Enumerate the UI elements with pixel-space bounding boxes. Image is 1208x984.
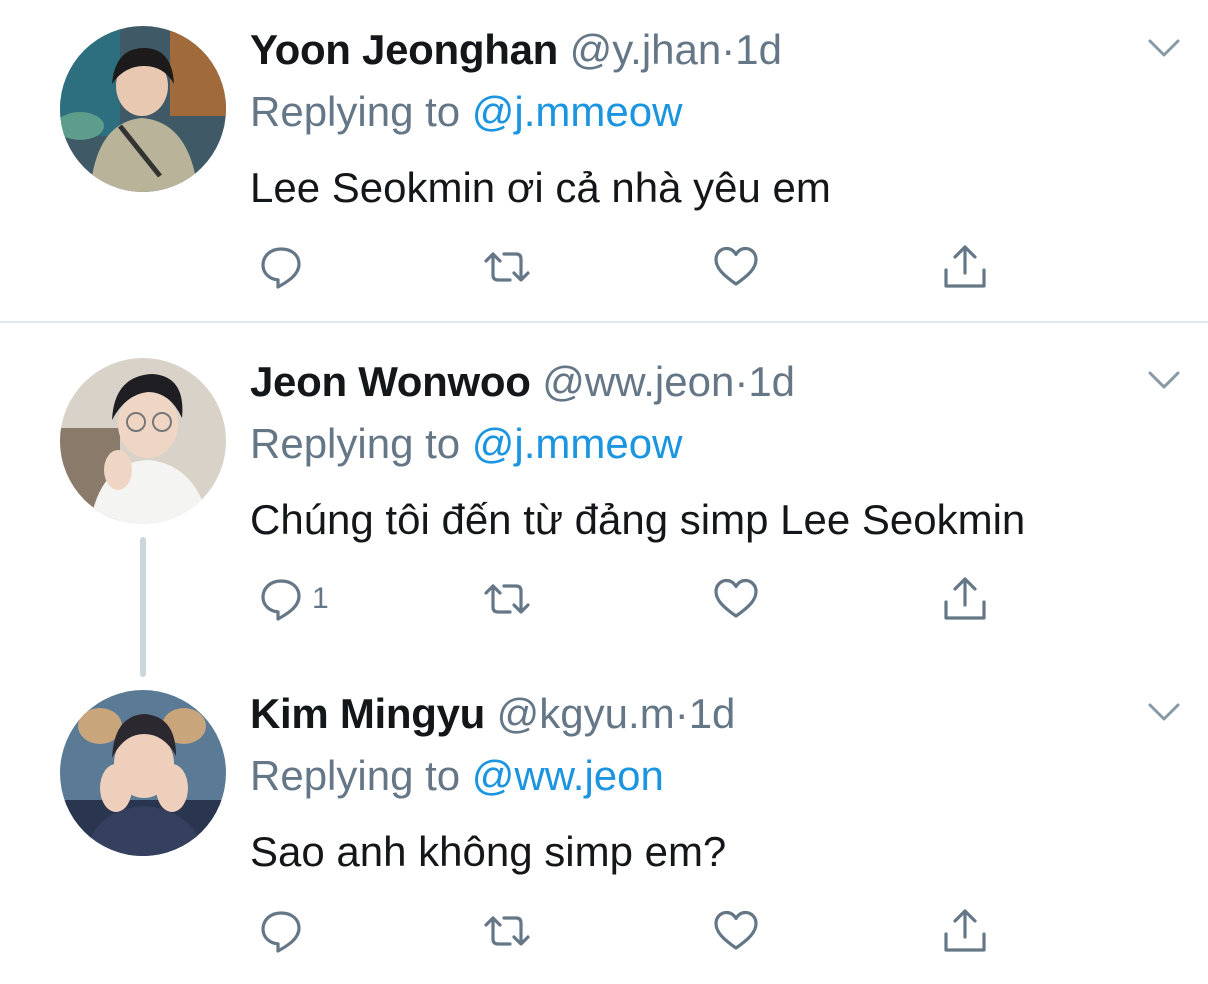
action-bar	[250, 906, 1010, 956]
tweet-header: Kim Mingyu @kgyu.m·1d	[250, 690, 735, 738]
replying-to: Replying to @ww.jeon	[250, 752, 664, 800]
display-name[interactable]: Jeon Wonwoo	[250, 358, 531, 405]
retweet-icon	[482, 574, 532, 624]
avatar[interactable]	[60, 690, 226, 856]
mention-link[interactable]: @j.mmeow	[472, 88, 683, 135]
chevron-down-icon[interactable]	[1146, 368, 1182, 392]
tweet-header: Jeon Wonwoo @ww.jeon·1d	[250, 358, 795, 406]
user-handle[interactable]: @y.jhan	[570, 26, 722, 73]
like-button[interactable]	[711, 574, 761, 624]
thread-connector	[140, 537, 146, 677]
separator-dot: ·	[721, 26, 736, 73]
user-handle[interactable]: @ww.jeon	[542, 358, 734, 405]
tweet-text: Sao anh không simp em?	[250, 828, 727, 875]
reply-count: 1	[312, 582, 329, 615]
avatar[interactable]	[60, 26, 226, 192]
share-button[interactable]	[940, 242, 990, 292]
reply-button[interactable]	[256, 906, 312, 956]
reply-icon	[256, 906, 306, 956]
timestamp[interactable]: 1d	[735, 26, 782, 73]
reply-icon	[256, 242, 306, 292]
retweet-button[interactable]	[482, 906, 532, 956]
chevron-down-icon[interactable]	[1146, 700, 1182, 724]
chevron-down-icon[interactable]	[1146, 36, 1182, 60]
separator-dot: ·	[734, 358, 749, 405]
retweet-icon	[482, 242, 532, 292]
heart-icon	[711, 574, 761, 624]
reply-button[interactable]	[256, 242, 312, 292]
replying-prefix: Replying to	[250, 752, 461, 799]
like-button[interactable]	[711, 242, 761, 292]
separator-dot: ·	[674, 690, 689, 737]
like-button[interactable]	[711, 906, 761, 956]
mention-link[interactable]: @ww.jeon	[472, 752, 664, 799]
retweet-icon	[482, 906, 532, 956]
share-icon	[940, 574, 990, 624]
reply-icon	[256, 574, 306, 624]
share-button[interactable]	[940, 906, 990, 956]
mention-link[interactable]: @j.mmeow	[472, 420, 683, 467]
share-icon	[940, 906, 990, 956]
retweet-button[interactable]	[482, 574, 532, 624]
tweet-header: Yoon Jeonghan @y.jhan·1d	[250, 26, 782, 74]
reply-button[interactable]: 1	[256, 574, 329, 624]
retweet-button[interactable]	[482, 242, 532, 292]
share-button[interactable]	[940, 574, 990, 624]
heart-icon	[711, 242, 761, 292]
replying-to: Replying to @j.mmeow	[250, 88, 682, 136]
action-bar	[250, 242, 1010, 292]
action-bar: 1	[250, 574, 1010, 624]
replying-to: Replying to @j.mmeow	[250, 420, 682, 468]
heart-icon	[711, 906, 761, 956]
avatar[interactable]	[60, 358, 226, 524]
replying-prefix: Replying to	[250, 88, 461, 135]
replying-prefix: Replying to	[250, 420, 461, 467]
display-name[interactable]: Yoon Jeonghan	[250, 26, 558, 73]
timestamp[interactable]: 1d	[748, 358, 795, 405]
share-icon	[940, 242, 990, 292]
tweet-text: Lee Seokmin ơi cả nhà yêu em	[250, 164, 831, 211]
display-name[interactable]: Kim Mingyu	[250, 690, 485, 737]
divider	[0, 321, 1208, 323]
tweet-text: Chúng tôi đến từ đảng simp Lee Seokmin	[250, 496, 1026, 543]
timestamp[interactable]: 1d	[689, 690, 736, 737]
user-handle[interactable]: @kgyu.m	[497, 690, 675, 737]
